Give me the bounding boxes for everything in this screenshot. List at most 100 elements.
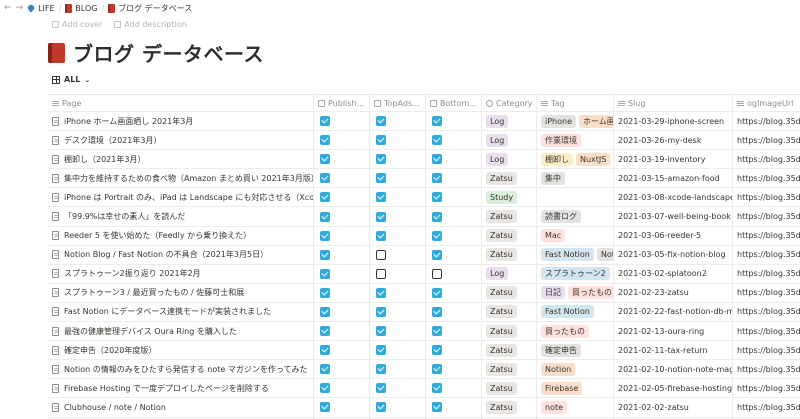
column-header-tag[interactable]: Tag: [537, 95, 614, 111]
checkbox[interactable]: [432, 211, 442, 222]
tag-cell[interactable]: 日記 買ったもの: [537, 283, 614, 302]
tag-cell[interactable]: 棚卸し NuxtJS: [537, 150, 614, 169]
ogimage-cell[interactable]: https://blog.35d.j: [733, 265, 800, 283]
checkbox[interactable]: [376, 402, 386, 413]
checkbox[interactable]: [320, 192, 330, 203]
breadcrumb-blog[interactable]: BLOG: [65, 3, 97, 13]
slug-cell[interactable]: 2021-03-06-reeder-5: [614, 226, 733, 245]
checkbox[interactable]: [376, 192, 386, 203]
page-cell[interactable]: iPhone ホーム画面晒し 2021年3月: [48, 112, 314, 131]
column-header-ogimage[interactable]: ogImageUrl: [733, 95, 800, 111]
add-description-button[interactable]: Add description: [114, 20, 187, 29]
tag-cell[interactable]: Mac: [537, 226, 614, 245]
category-cell[interactable]: Zatsu: [482, 245, 537, 264]
checkbox[interactable]: [320, 402, 330, 413]
checkbox[interactable]: [376, 345, 386, 356]
slug-cell[interactable]: 2021-02-22-fast-notion-db-mo: [614, 302, 733, 322]
checkbox[interactable]: [320, 249, 330, 260]
table-row[interactable]: Fast Notion にデータベース連携モードが実装されました Zatsu Fas…: [48, 302, 800, 323]
checkbox[interactable]: [432, 287, 442, 298]
tag-cell[interactable]: スプラトゥーン2: [537, 264, 614, 283]
slug-cell[interactable]: 2021-03-29-iphone-screen: [614, 112, 733, 131]
checkbox[interactable]: [320, 211, 330, 222]
page-cell[interactable]: Firebase Hosting で一度デプロイしたページを削除する: [48, 379, 314, 398]
ogimage-cell[interactable]: https://blog.35d.j: [733, 150, 800, 168]
slug-cell[interactable]: 2021-02-05-firebase-hosting-d: [614, 379, 733, 398]
category-cell[interactable]: Zatsu: [482, 322, 537, 341]
book-icon[interactable]: [48, 42, 65, 63]
checkbox[interactable]: [320, 230, 330, 241]
checkbox[interactable]: [376, 154, 386, 165]
breadcrumb-life[interactable]: LIFE: [26, 3, 55, 13]
checkbox[interactable]: [432, 249, 442, 260]
tag-cell[interactable]: Fast Notion Not: [537, 245, 614, 264]
tag-cell[interactable]: 買ったもの: [537, 322, 614, 341]
checkbox[interactable]: [376, 211, 386, 222]
table-row[interactable]: Clubhouse / note / Notion Zatsu note 2021-0…: [48, 398, 800, 418]
ogimage-cell[interactable]: https://blog.35d.j: [733, 398, 800, 416]
tag-cell[interactable]: Fast Notion: [537, 302, 614, 322]
checkbox[interactable]: [432, 192, 442, 203]
slug-cell[interactable]: 2021-03-05-fix-notion-blog: [614, 245, 733, 264]
table-row[interactable]: iPhone は Portrait のみ、iPad は Landscape にも…: [48, 188, 800, 208]
table-row[interactable]: iPhone ホーム画面晒し 2021年3月 Log iPhone ホーム画 2021-…: [48, 112, 800, 132]
checkbox[interactable]: [320, 268, 330, 279]
checkbox[interactable]: [376, 364, 386, 375]
tag-cell[interactable]: Firebase: [537, 379, 614, 398]
checkbox[interactable]: [320, 364, 330, 375]
checkbox[interactable]: [376, 383, 386, 394]
forward-arrow-icon[interactable]: →: [16, 3, 24, 13]
page-cell[interactable]: Clubhouse / note / Notion: [48, 398, 314, 417]
table-row[interactable]: 棚卸し（2021年3月） Log 棚卸し NuxtJS 2021-03-19-inven…: [48, 150, 800, 170]
table-row[interactable]: Notion Blog / Fast Notion の不具合（2021年3月5日…: [48, 245, 800, 265]
breadcrumb-database[interactable]: ブログ データベース: [108, 3, 192, 14]
table-row[interactable]: Reeder 5 を使い始めた（Feedly から乗り換えた） Zatsu Mac 2…: [48, 226, 800, 246]
checkbox[interactable]: [376, 230, 386, 241]
column-header-slug[interactable]: Slug: [614, 95, 733, 111]
tag-cell[interactable]: 読書ログ: [537, 207, 614, 226]
slug-cell[interactable]: 2021-03-19-inventory: [614, 150, 733, 169]
table-row[interactable]: デスク環境（2021年3月） Log 作業環境 2021-03-26-my-desk h…: [48, 131, 800, 151]
checkbox[interactable]: [432, 345, 442, 356]
checkbox[interactable]: [376, 287, 386, 298]
page-cell[interactable]: Notion の情報のみをひたすら発信する note マガジンを作ってみた: [48, 360, 314, 379]
slug-cell[interactable]: 2021-03-02-splatoon2: [614, 264, 733, 283]
column-header-topads[interactable]: TopAds...: [370, 95, 426, 111]
category-cell[interactable]: Zatsu: [482, 302, 537, 322]
category-cell[interactable]: Zatsu: [482, 398, 537, 417]
page-cell[interactable]: 確定申告（2020年度版）: [48, 341, 314, 360]
checkbox[interactable]: [432, 383, 442, 394]
category-cell[interactable]: Zatsu: [482, 169, 537, 188]
category-cell[interactable]: Zatsu: [482, 226, 537, 245]
checkbox[interactable]: [432, 326, 442, 337]
checkbox[interactable]: [432, 230, 442, 241]
ogimage-cell[interactable]: https://blog.35d.j: [733, 360, 800, 378]
page-cell[interactable]: 最強の健康管理デバイス Oura Ring を購入した: [48, 322, 314, 341]
checkbox[interactable]: [376, 268, 386, 279]
ogimage-cell[interactable]: https://blog.35d.j: [733, 303, 800, 321]
checkbox[interactable]: [320, 326, 330, 337]
checkbox[interactable]: [376, 135, 386, 146]
checkbox[interactable]: [320, 173, 330, 184]
page-cell[interactable]: スプラトゥーン2振り返り 2021年2月: [48, 264, 314, 283]
ogimage-cell[interactable]: https://blog.35d.j: [733, 227, 800, 245]
page-cell[interactable]: Reeder 5 を使い始めた（Feedly から乗り換えた）: [48, 226, 314, 245]
category-cell[interactable]: Zatsu: [482, 207, 537, 226]
ogimage-cell[interactable]: https://blog.35d.j: [733, 207, 800, 225]
checkbox[interactable]: [376, 326, 386, 337]
slug-cell[interactable]: 2021-03-07-well-being-book: [614, 207, 733, 226]
ogimage-cell[interactable]: https://blog.35d.j: [733, 322, 800, 340]
slug-cell[interactable]: 2021-03-08-xcode-landscape: [614, 188, 733, 207]
table-row[interactable]: 確定申告（2020年度版） Zatsu 確定申告 2021-02-11-tax-ret…: [48, 341, 800, 361]
tag-cell[interactable]: Notion: [537, 360, 614, 379]
slug-cell[interactable]: 2021-02-02-zatsu: [614, 398, 733, 417]
tag-cell[interactable]: [537, 188, 614, 207]
category-cell[interactable]: Log: [482, 131, 537, 150]
table-row[interactable]: スプラトゥーン2振り返り 2021年2月 Log スプラトゥーン2 2021-03-0…: [48, 264, 800, 284]
tag-cell[interactable]: iPhone ホーム画: [537, 112, 614, 131]
checkbox[interactable]: [432, 268, 442, 279]
checkbox[interactable]: [320, 287, 330, 298]
page-cell[interactable]: 集中力を維持するための食べ物（Amazon まとめ買い 2021年3月版）: [48, 169, 314, 188]
ogimage-cell[interactable]: https://blog.35d.j: [733, 246, 800, 264]
ogimage-cell[interactable]: https://blog.35d.j: [733, 131, 800, 149]
